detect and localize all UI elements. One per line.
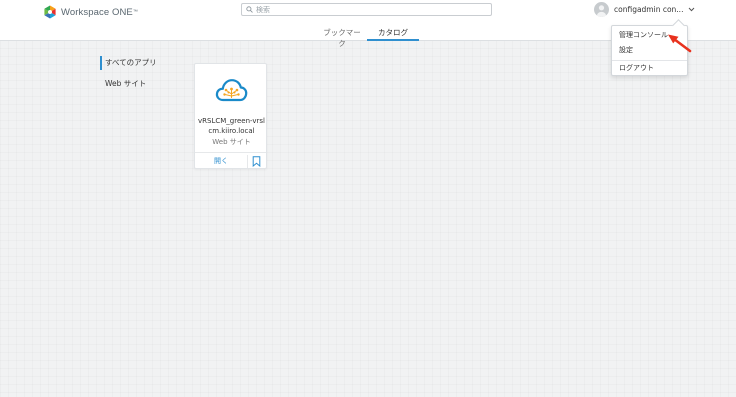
annotation-arrow-icon — [668, 34, 692, 53]
brand-name: Workspace ONE — [61, 6, 133, 18]
app-name: vRSLCM_green-vrslcm.kiiro.local — [198, 117, 265, 135]
brand[interactable]: Workspace ONE ™ — [43, 4, 138, 20]
app-type: Web サイト — [212, 138, 251, 146]
cloud-app-icon — [215, 79, 248, 102]
search-input[interactable] — [256, 4, 476, 15]
user-avatar — [594, 2, 609, 17]
tab-catalog[interactable]: カタログ — [367, 27, 419, 41]
user-menu-toggle[interactable]: configadmin con... — [594, 2, 695, 17]
search-box[interactable] — [241, 3, 492, 16]
app-card-footer: 開く — [195, 152, 266, 169]
tab-bookmarks[interactable]: ブックマーク — [320, 27, 364, 49]
open-app-button[interactable]: 開く — [195, 153, 247, 170]
chevron-down-icon — [689, 7, 695, 12]
sidebar-item-all-apps[interactable]: すべてのアプリ — [100, 56, 157, 70]
sidebar: すべてのアプリ Web サイト — [100, 56, 157, 91]
bookmark-icon[interactable] — [252, 156, 261, 167]
search-icon — [246, 6, 253, 13]
menu-item-logout[interactable]: ログアウト — [612, 61, 687, 75]
divider — [247, 155, 248, 168]
trademark-mark: ™ — [132, 9, 138, 15]
user-name: configadmin con... — [614, 5, 684, 14]
sidebar-item-websites[interactable]: Web サイト — [100, 77, 157, 91]
workspace-one-logo — [44, 5, 56, 19]
app-card[interactable]: vRSLCM_green-vrslcm.kiiro.local Web サイト … — [194, 63, 267, 169]
